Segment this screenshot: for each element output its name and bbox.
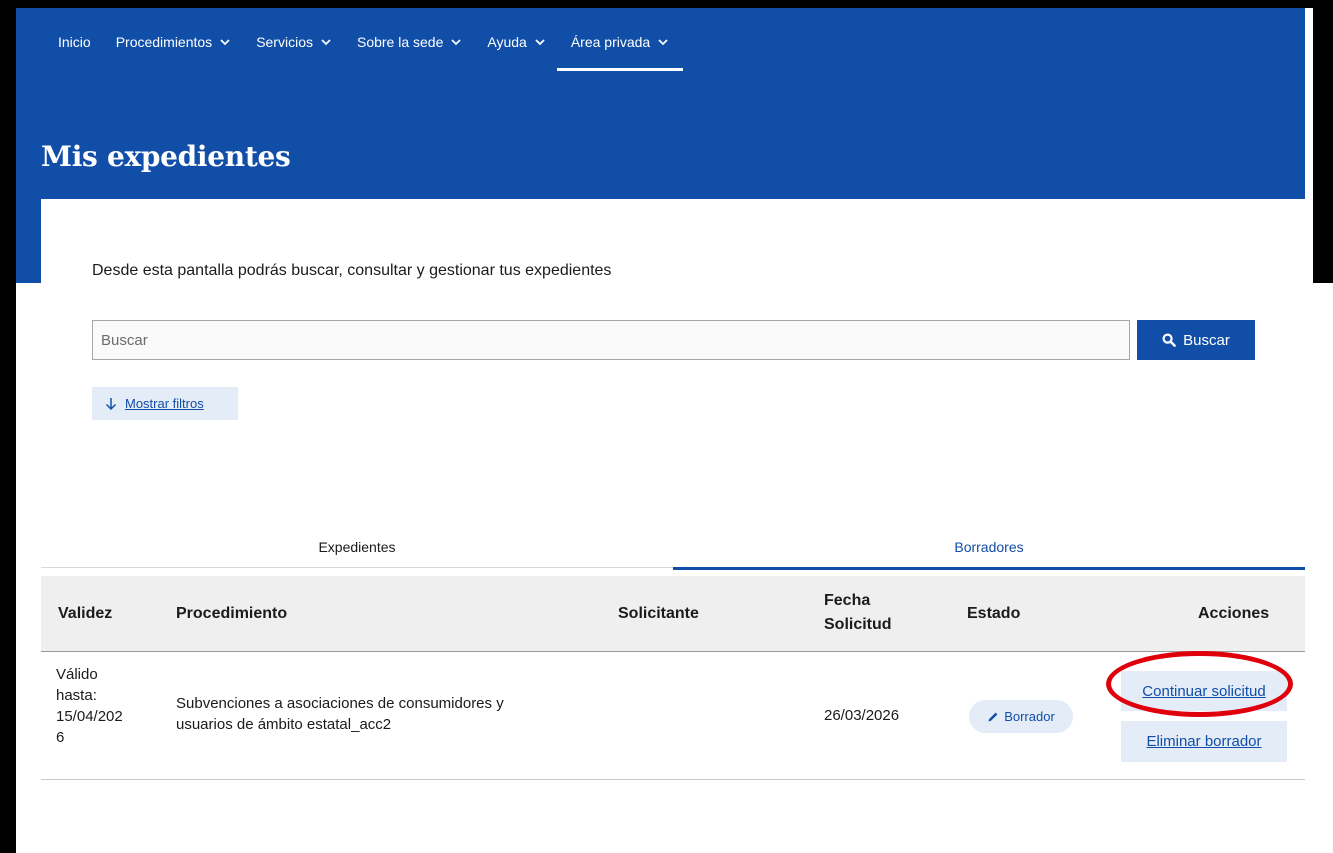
intro-text: Desde esta pantalla podrás buscar, consu… [92, 262, 612, 279]
pencil-icon [988, 712, 998, 721]
nav-item-procedimientos[interactable]: Procedimientos [116, 30, 232, 70]
validez-cell: Válido hasta: 15/04/202 6 [56, 664, 123, 748]
nav-item-sobre-la-sede[interactable]: Sobre la sede [357, 30, 462, 70]
page-title: Mis expedientes [41, 140, 291, 173]
screenshot-border-right [1313, 0, 1333, 283]
tab-expedientes[interactable]: Expedientes [41, 532, 673, 568]
validez-line: hasta: [56, 687, 97, 704]
table-row: Válido hasta: 15/04/202 6 Subvenciones a… [41, 652, 1305, 780]
search-button[interactable]: Buscar [1137, 320, 1255, 360]
column-header-fecha-line1: Fecha [824, 592, 871, 609]
search-input[interactable] [92, 320, 1130, 360]
nav-item-ayuda[interactable]: Ayuda [487, 30, 545, 70]
procedimiento-cell: Subvenciones a asociaciones de consumido… [176, 693, 504, 735]
nav-item-label: Inicio [58, 34, 91, 50]
nav-item-label: Ayuda [487, 34, 527, 50]
tab-borradores[interactable]: Borradores [673, 532, 1305, 570]
table-header: Validez Procedimiento Solicitante Fecha … [41, 576, 1305, 652]
nav-item-area-privada[interactable]: Área privada [556, 30, 684, 71]
chevron-down-icon [658, 39, 668, 46]
status-badge-label: Borrador [1004, 709, 1055, 724]
screenshot-border-left [0, 0, 16, 853]
validez-line: Válido [56, 666, 98, 683]
chevron-down-icon [220, 39, 230, 46]
status-badge: Borrador [969, 700, 1073, 733]
nav-item-label: Servicios [256, 34, 313, 50]
procedimiento-line: Subvenciones a asociaciones de consumido… [176, 695, 504, 712]
validez-line: 6 [56, 729, 65, 746]
column-header-fecha-line2: Solicitud [824, 616, 892, 633]
arrow-down-icon [105, 397, 117, 410]
main-navigation: Inicio Procedimientos Servicios Sobre la… [16, 30, 684, 71]
show-filters-button[interactable]: Mostrar filtros [92, 387, 238, 420]
chevron-down-icon [321, 39, 331, 46]
validez-line: 15/04/202 [56, 708, 123, 725]
screenshot-border-top [0, 0, 1333, 8]
column-header-validez: Validez [58, 605, 113, 622]
chevron-down-icon [535, 39, 545, 46]
delete-draft-button[interactable]: Eliminar borrador [1121, 721, 1287, 762]
search-icon [1162, 333, 1176, 347]
column-header-solicitante: Solicitante [618, 605, 699, 622]
column-header-estado: Estado [967, 605, 1021, 622]
continue-request-button[interactable]: Continuar solicitud [1121, 671, 1287, 711]
nav-item-label: Procedimientos [115, 34, 213, 50]
nav-item-label: Área privada [570, 34, 651, 50]
nav-item-inicio[interactable]: Inicio [58, 30, 91, 70]
column-header-acciones: Acciones [1198, 605, 1270, 622]
procedimiento-line: usuarios de ámbito estatal_acc2 [176, 716, 392, 733]
search-button-label: Buscar [1183, 331, 1230, 349]
fecha-cell: 26/03/2026 [824, 707, 900, 724]
show-filters-label: Mostrar filtros [125, 396, 204, 411]
tabs: Expedientes Borradores [41, 532, 1305, 570]
nav-item-servicios[interactable]: Servicios [256, 30, 332, 70]
column-header-procedimiento: Procedimiento [176, 605, 288, 622]
chevron-down-icon [451, 39, 462, 46]
nav-item-label: Sobre la sede [356, 34, 444, 50]
